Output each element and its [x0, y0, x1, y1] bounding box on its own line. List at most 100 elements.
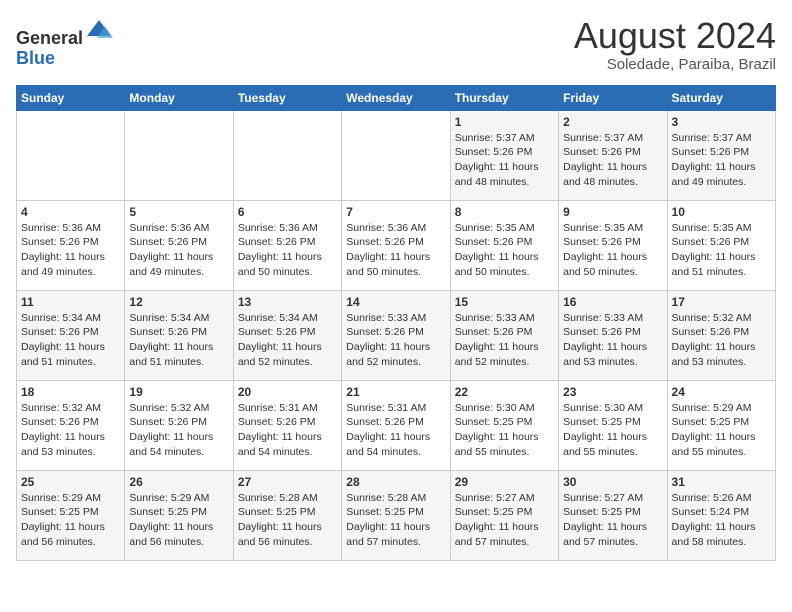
location: Soledade, Paraiba, Brazil: [574, 56, 776, 73]
day-number: 4: [21, 205, 120, 219]
calendar-cell: 25 Sunrise: 5:29 AM Sunset: 5:25 PM Dayli…: [17, 470, 125, 560]
day-info: Sunrise: 5:31 AM Sunset: 5:26 PM Dayligh…: [238, 401, 337, 460]
day-info: Sunrise: 5:27 AM Sunset: 5:25 PM Dayligh…: [563, 491, 662, 550]
day-number: 11: [21, 295, 120, 309]
calendar-cell: 11 Sunrise: 5:34 AM Sunset: 5:26 PM Dayli…: [17, 290, 125, 380]
calendar-cell: 13Sunrise: 5:34 AM Sunset: 5:26 PM Dayli…: [233, 290, 341, 380]
calendar-cell: 7Sunrise: 5:36 AM Sunset: 5:26 PM Daylig…: [342, 200, 450, 290]
page-header: General Blue August 2024 Soledade, Parai…: [16, 16, 776, 73]
calendar-cell: 8 Sunrise: 5:35 AM Sunset: 5:26 PM Daylig…: [450, 200, 558, 290]
day-number: 30: [563, 475, 662, 489]
week-row-4: 25 Sunrise: 5:29 AM Sunset: 5:25 PM Dayli…: [17, 470, 776, 560]
day-info: Sunrise: 5:29 AM Sunset: 5:25 PM Dayligh…: [129, 491, 228, 550]
logo-icon: [85, 16, 113, 44]
calendar-cell: 5 Sunrise: 5:36 AM Sunset: 5:26 PM Daylig…: [125, 200, 233, 290]
calendar-cell: 14 Sunrise: 5:33 AM Sunset: 5:26 PM Dayli…: [342, 290, 450, 380]
calendar-cell: 29 Sunrise: 5:27 AM Sunset: 5:25 PM Dayli…: [450, 470, 558, 560]
day-info: Sunrise: 5:34 AM Sunset: 5:26 PM Dayligh…: [129, 311, 228, 370]
day-number: 5: [129, 205, 228, 219]
calendar-cell: 2Sunrise: 5:37 AM Sunset: 5:26 PM Daylig…: [559, 110, 667, 200]
day-number: 21: [346, 385, 445, 399]
day-info: Sunrise: 5:33 AM Sunset: 5:26 PM Dayligh…: [455, 311, 554, 370]
day-number: 17: [672, 295, 771, 309]
day-number: 27: [238, 475, 337, 489]
day-number: 18: [21, 385, 120, 399]
month-year: August 2024: [574, 16, 776, 56]
day-info: Sunrise: 5:37 AM Sunset: 5:26 PM Dayligh…: [455, 131, 554, 190]
day-info: Sunrise: 5:35 AM Sunset: 5:26 PM Dayligh…: [455, 221, 554, 280]
calendar-cell: 1 Sunrise: 5:37 AM Sunset: 5:26 PM Daylig…: [450, 110, 558, 200]
calendar-cell: 17Sunrise: 5:32 AM Sunset: 5:26 PM Dayli…: [667, 290, 775, 380]
calendar-cell: [233, 110, 341, 200]
day-number: 8: [455, 205, 554, 219]
header-saturday: Saturday: [667, 85, 775, 110]
header-thursday: Thursday: [450, 85, 558, 110]
calendar-cell: [342, 110, 450, 200]
day-number: 13: [238, 295, 337, 309]
title-block: August 2024 Soledade, Paraiba, Brazil: [574, 16, 776, 73]
header-row: SundayMondayTuesdayWednesdayThursdayFrid…: [17, 85, 776, 110]
calendar-cell: 24Sunrise: 5:29 AM Sunset: 5:25 PM Dayli…: [667, 380, 775, 470]
calendar-cell: 26Sunrise: 5:29 AM Sunset: 5:25 PM Dayli…: [125, 470, 233, 560]
day-info: Sunrise: 5:34 AM Sunset: 5:26 PM Dayligh…: [21, 311, 120, 370]
day-info: Sunrise: 5:33 AM Sunset: 5:26 PM Dayligh…: [346, 311, 445, 370]
calendar-cell: 16Sunrise: 5:33 AM Sunset: 5:26 PM Dayli…: [559, 290, 667, 380]
day-number: 31: [672, 475, 771, 489]
header-tuesday: Tuesday: [233, 85, 341, 110]
day-number: 24: [672, 385, 771, 399]
day-info: Sunrise: 5:29 AM Sunset: 5:25 PM Dayligh…: [21, 491, 120, 550]
logo-general: General: [16, 28, 83, 48]
day-info: Sunrise: 5:32 AM Sunset: 5:26 PM Dayligh…: [129, 401, 228, 460]
day-info: Sunrise: 5:36 AM Sunset: 5:26 PM Dayligh…: [238, 221, 337, 280]
calendar-cell: 21 Sunrise: 5:31 AM Sunset: 5:26 PM Dayli…: [342, 380, 450, 470]
day-number: 23: [563, 385, 662, 399]
day-info: Sunrise: 5:27 AM Sunset: 5:25 PM Dayligh…: [455, 491, 554, 550]
day-number: 2: [563, 115, 662, 129]
day-number: 22: [455, 385, 554, 399]
day-info: Sunrise: 5:36 AM Sunset: 5:26 PM Dayligh…: [129, 221, 228, 280]
logo-blue: Blue: [16, 48, 55, 68]
day-number: 15: [455, 295, 554, 309]
week-row-2: 11 Sunrise: 5:34 AM Sunset: 5:26 PM Dayli…: [17, 290, 776, 380]
day-number: 12: [129, 295, 228, 309]
calendar-cell: 6 Sunrise: 5:36 AM Sunset: 5:26 PM Daylig…: [233, 200, 341, 290]
week-row-0: 1 Sunrise: 5:37 AM Sunset: 5:26 PM Daylig…: [17, 110, 776, 200]
header-monday: Monday: [125, 85, 233, 110]
day-number: 14: [346, 295, 445, 309]
calendar-cell: 10Sunrise: 5:35 AM Sunset: 5:26 PM Dayli…: [667, 200, 775, 290]
calendar-cell: 15 Sunrise: 5:33 AM Sunset: 5:26 PM Dayli…: [450, 290, 558, 380]
calendar-cell: 23 Sunrise: 5:30 AM Sunset: 5:25 PM Dayli…: [559, 380, 667, 470]
calendar-cell: 19Sunrise: 5:32 AM Sunset: 5:26 PM Dayli…: [125, 380, 233, 470]
day-number: 9: [563, 205, 662, 219]
calendar-cell: 20Sunrise: 5:31 AM Sunset: 5:26 PM Dayli…: [233, 380, 341, 470]
day-info: Sunrise: 5:36 AM Sunset: 5:26 PM Dayligh…: [21, 221, 120, 280]
calendar-cell: 9 Sunrise: 5:35 AM Sunset: 5:26 PM Daylig…: [559, 200, 667, 290]
day-number: 3: [672, 115, 771, 129]
day-number: 25: [21, 475, 120, 489]
logo: General Blue: [16, 16, 113, 69]
calendar-cell: 30 Sunrise: 5:27 AM Sunset: 5:25 PM Dayli…: [559, 470, 667, 560]
day-info: Sunrise: 5:31 AM Sunset: 5:26 PM Dayligh…: [346, 401, 445, 460]
day-info: Sunrise: 5:35 AM Sunset: 5:26 PM Dayligh…: [672, 221, 771, 280]
day-info: Sunrise: 5:33 AM Sunset: 5:26 PM Dayligh…: [563, 311, 662, 370]
calendar-cell: 27Sunrise: 5:28 AM Sunset: 5:25 PM Dayli…: [233, 470, 341, 560]
calendar-cell: 18 Sunrise: 5:32 AM Sunset: 5:26 PM Dayli…: [17, 380, 125, 470]
day-number: 1: [455, 115, 554, 129]
day-number: 6: [238, 205, 337, 219]
calendar-cell: 4 Sunrise: 5:36 AM Sunset: 5:26 PM Daylig…: [17, 200, 125, 290]
day-info: Sunrise: 5:30 AM Sunset: 5:25 PM Dayligh…: [563, 401, 662, 460]
header-friday: Friday: [559, 85, 667, 110]
week-row-1: 4 Sunrise: 5:36 AM Sunset: 5:26 PM Daylig…: [17, 200, 776, 290]
day-number: 28: [346, 475, 445, 489]
day-number: 29: [455, 475, 554, 489]
week-row-3: 18 Sunrise: 5:32 AM Sunset: 5:26 PM Dayli…: [17, 380, 776, 470]
day-info: Sunrise: 5:32 AM Sunset: 5:26 PM Dayligh…: [21, 401, 120, 460]
calendar-cell: 31 Sunrise: 5:26 AM Sunset: 5:24 PM Dayli…: [667, 470, 775, 560]
calendar-cell: [125, 110, 233, 200]
day-info: Sunrise: 5:35 AM Sunset: 5:26 PM Dayligh…: [563, 221, 662, 280]
calendar-cell: [17, 110, 125, 200]
day-info: Sunrise: 5:26 AM Sunset: 5:24 PM Dayligh…: [672, 491, 771, 550]
header-sunday: Sunday: [17, 85, 125, 110]
header-wednesday: Wednesday: [342, 85, 450, 110]
calendar-cell: 28Sunrise: 5:28 AM Sunset: 5:25 PM Dayli…: [342, 470, 450, 560]
